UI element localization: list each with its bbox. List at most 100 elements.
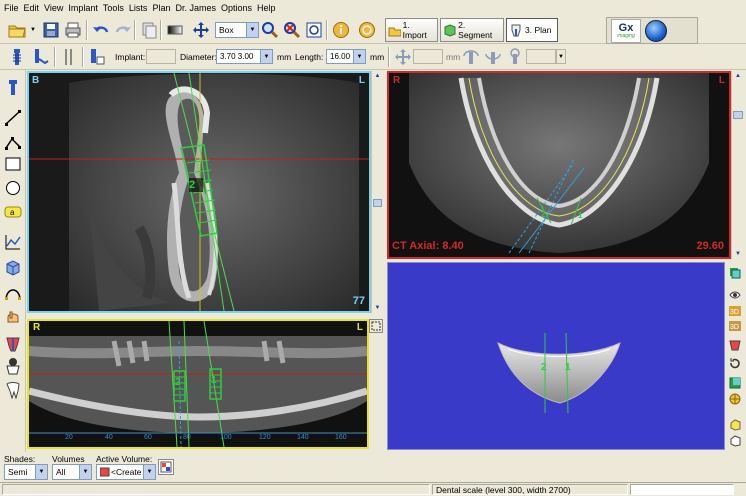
density-profile-tool[interactable]: [3, 232, 23, 252]
menu-options[interactable]: Options: [221, 3, 257, 13]
move-implant-button[interactable]: [392, 46, 414, 68]
rotate-mesial-button[interactable]: [460, 46, 482, 68]
length-dropdown[interactable]: 16.00 ▼: [326, 49, 366, 64]
globe-logo-icon[interactable]: [645, 20, 667, 42]
abutment-tool-button[interactable]: [30, 46, 52, 68]
nerve-trace-tool[interactable]: [3, 282, 23, 302]
orientation-button[interactable]: [728, 392, 742, 406]
diameter-label: Diameter:: [180, 52, 217, 62]
redo-button[interactable]: [112, 19, 134, 41]
fit-view-button[interactable]: [303, 19, 325, 41]
diameter-dropdown[interactable]: 3.70 3.00 ▼: [216, 49, 273, 64]
render-3d-view[interactable]: 2 1: [387, 262, 725, 450]
step-plan-label: 3. Plan: [525, 25, 552, 35]
menu-lists[interactable]: Lists: [129, 3, 153, 13]
reset-circle-icon: [359, 22, 375, 38]
render-3d-button[interactable]: 3D: [728, 304, 742, 318]
active-volume-dropdown[interactable]: <Create ▼: [96, 464, 156, 480]
copy-button[interactable]: [138, 19, 160, 41]
ellipse-tool[interactable]: [3, 178, 23, 198]
reset-button[interactable]: [356, 19, 378, 41]
scroll-up-icon[interactable]: ▲: [732, 71, 744, 81]
volume-tool[interactable]: [3, 258, 23, 278]
cross-section-image: [29, 73, 369, 311]
rotate-3d-button[interactable]: [728, 356, 742, 370]
step-segment-button[interactable]: 2. Segment: [440, 18, 504, 42]
tooth-colored-tool[interactable]: [3, 334, 23, 354]
tooth-3d-button[interactable]: [728, 338, 742, 352]
cross-implant-label: 2: [189, 179, 196, 191]
offset-field[interactable]: [413, 49, 443, 64]
pano-tick-100: 100: [220, 434, 232, 441]
angle-field[interactable]: [526, 49, 556, 64]
info-button[interactable]: [330, 19, 352, 41]
view-eye-button[interactable]: [728, 288, 742, 302]
panoramic-view[interactable]: R L 2 1 20 40 60 80 100 120 140 160: [27, 319, 369, 449]
gx-logo-subtext: imaging: [617, 33, 635, 39]
crown-tool[interactable]: [3, 356, 23, 376]
active-volume-label: Active Volume:: [96, 454, 153, 464]
nerve-tool-button[interactable]: [58, 46, 80, 68]
open-dropdown-button[interactable]: ▼: [28, 19, 38, 41]
scroll-up-icon[interactable]: ▲: [372, 71, 383, 81]
volumes-dropdown[interactable]: All ▼: [52, 464, 92, 480]
menu-help[interactable]: Help: [257, 3, 281, 13]
implant-name-field[interactable]: [146, 49, 176, 64]
gx-logo: Gx imaging: [611, 19, 641, 43]
scroll-thumb[interactable]: [733, 111, 743, 119]
menu-file[interactable]: File: [4, 3, 24, 13]
pan-button[interactable]: [190, 19, 212, 41]
menu-dr-james[interactable]: Dr. James: [175, 3, 221, 13]
menu-tools[interactable]: Tools: [103, 3, 129, 13]
zoom-button[interactable]: [259, 19, 281, 41]
render-3d-icon: 3D: [729, 306, 741, 316]
diameter-value: 3.70 3.00: [220, 52, 254, 61]
cross-section-scrollbar[interactable]: ▲ ▼: [371, 71, 383, 313]
pano-implant-label-1: 1: [211, 375, 217, 386]
step-plan-button[interactable]: 3. Plan: [506, 18, 558, 42]
implant-tool-button[interactable]: [6, 46, 28, 68]
open-folder-button[interactable]: [6, 19, 28, 41]
line-measure-tool[interactable]: [3, 108, 23, 128]
rotate-buccal-button[interactable]: [482, 46, 504, 68]
axial-scrollbar[interactable]: ▲ ▼: [731, 71, 744, 259]
polyline-tool[interactable]: [3, 132, 23, 152]
render-3d-alt-button[interactable]: 3D: [728, 319, 742, 333]
window-level-button[interactable]: [164, 19, 186, 41]
yellow-box-button[interactable]: [728, 418, 742, 432]
annotation-tool[interactable]: a: [3, 202, 23, 222]
implant-library-button[interactable]: [86, 46, 108, 68]
pano-expand-button[interactable]: [369, 319, 383, 333]
cross-section-view[interactable]: B L 2 77: [27, 71, 371, 313]
text-note-icon: a: [4, 206, 22, 218]
rectangle-tool[interactable]: [3, 154, 23, 174]
scroll-down-icon[interactable]: ▼: [732, 249, 744, 259]
sinus-tool[interactable]: [3, 306, 23, 326]
save-button[interactable]: [40, 19, 62, 41]
menu-implant[interactable]: Implant: [68, 3, 103, 13]
white-box-button[interactable]: [728, 434, 742, 448]
step-import-button[interactable]: 1. Import: [385, 18, 438, 42]
volume-settings-button[interactable]: [158, 459, 174, 475]
axial-view[interactable]: R L 2 1 CT Axial: 8.40 29.60: [387, 71, 731, 259]
undo-button[interactable]: [90, 19, 112, 41]
status-scale-pane: Dental scale (level 300, width 2700): [432, 484, 628, 495]
scroll-thumb[interactable]: [373, 199, 382, 207]
tooth-outline-tool[interactable]: [3, 380, 23, 400]
menu-plan[interactable]: Plan: [152, 3, 175, 13]
gx-logo-text: Gx: [618, 22, 634, 34]
print-button[interactable]: [62, 19, 84, 41]
menu-view[interactable]: View: [44, 3, 68, 13]
layers-button[interactable]: [728, 266, 742, 280]
shades-dropdown[interactable]: Semi ▼: [4, 464, 48, 480]
spin-implant-button[interactable]: [504, 46, 526, 68]
select-mode-dropdown[interactable]: Box ▼: [215, 22, 259, 38]
expand-icon: [371, 321, 381, 331]
zoom-cancel-button[interactable]: [281, 19, 303, 41]
pano-ruler: 20 40 60 80 100 120 140 160: [29, 433, 367, 447]
implant-insert-tool[interactable]: [3, 78, 23, 98]
menu-edit[interactable]: Edit: [24, 3, 45, 13]
scroll-down-icon[interactable]: ▼: [372, 303, 383, 313]
angle-dropdown-button[interactable]: ▼: [556, 49, 566, 64]
cube-view-button[interactable]: [728, 376, 742, 390]
